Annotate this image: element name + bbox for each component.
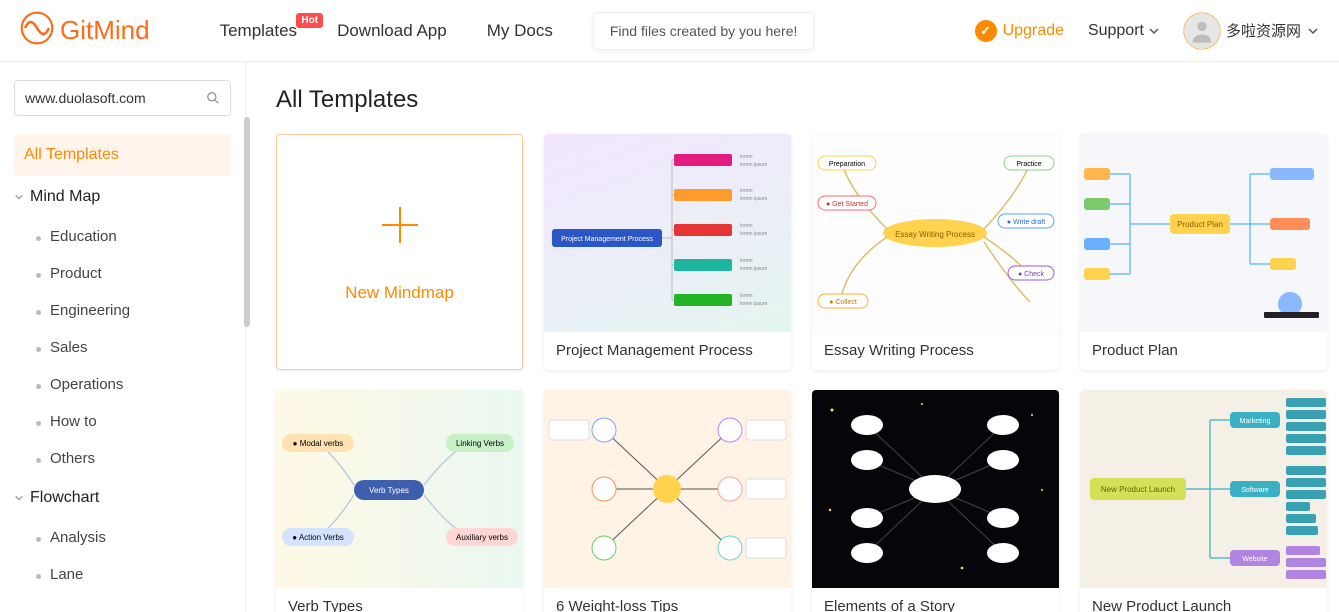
nav-templates-label: Templates <box>220 21 297 41</box>
template-thumbnail <box>812 390 1059 588</box>
template-title: Essay Writing Process <box>812 332 1059 369</box>
sidebar-item-engineering[interactable]: Engineering <box>14 292 231 329</box>
search-icon <box>206 89 220 107</box>
template-title: Product Plan <box>1080 332 1327 369</box>
sidebar-category-flowchart[interactable]: Flowchart <box>14 477 231 519</box>
template-thumbnail: New Product Launch Marketing Software Websi… <box>1080 390 1327 588</box>
template-title: Project Management Process <box>544 332 791 369</box>
gitmind-logo-icon <box>20 11 54 50</box>
user-name: 多啦资源网 <box>1226 20 1301 41</box>
support-dropdown[interactable]: Support <box>1088 22 1160 40</box>
support-label: Support <box>1088 22 1144 40</box>
svg-text:Verb Types: Verb Types <box>369 486 409 495</box>
plus-icon <box>376 201 424 249</box>
template-thumbnail: Project Management Process lorem lorem ips… <box>544 134 791 332</box>
find-files-hint[interactable]: Find files created by you here! <box>593 12 815 50</box>
svg-text:Marketing: Marketing <box>1240 418 1271 425</box>
body: All Templates Mind Map Education Product… <box>0 62 1339 612</box>
template-grid: New Mindmap Project Management Process lo… <box>276 134 1321 612</box>
sidebar-list: All Templates Mind Map Education Product… <box>14 134 231 593</box>
header-right: ✓ Upgrade Support 多啦资源网 <box>975 13 1319 49</box>
svg-text:Preparation: Preparation <box>829 161 865 168</box>
search-input[interactable] <box>25 90 206 106</box>
svg-text:● Check: ● Check <box>1018 271 1045 278</box>
sidebar-item-analysis[interactable]: Analysis <box>14 519 231 556</box>
svg-text:lorem: lorem <box>740 154 753 160</box>
header: GitMind Templates Hot Download App My Do… <box>0 0 1339 62</box>
nav-my-docs[interactable]: My Docs <box>467 21 573 41</box>
svg-text:lorem ipsum: lorem ipsum <box>740 196 767 202</box>
chevron-down-icon <box>1307 25 1319 37</box>
template-card-weight-loss[interactable]: 6 Weight-loss Tips <box>544 390 791 612</box>
svg-text:lorem: lorem <box>740 293 753 299</box>
chevron-down-icon <box>14 192 24 202</box>
svg-text:Auxiliary verbs: Auxiliary verbs <box>456 533 508 542</box>
template-title: Verb Types <box>276 588 523 612</box>
sidebar-item-education[interactable]: Education <box>14 218 231 255</box>
svg-text:● Write draft: ● Write draft <box>1007 219 1045 226</box>
svg-text:lorem ipsum: lorem ipsum <box>740 162 767 168</box>
template-card-new-product-launch[interactable]: New Product Launch Marketing Software Websi… <box>1080 390 1327 612</box>
page-title: All Templates <box>276 86 1321 114</box>
template-card-essay-writing[interactable]: Essay Writing Process Preparation ● Get St… <box>812 134 1059 370</box>
template-thumbnail: Essay Writing Process Preparation ● Get St… <box>812 134 1059 332</box>
svg-text:Linking Verbs: Linking Verbs <box>456 439 504 448</box>
svg-text:● Action Verbs: ● Action Verbs <box>292 533 344 542</box>
svg-text:● Modal verbs: ● Modal verbs <box>293 439 344 448</box>
template-thumbnail: Product Plan <box>1080 134 1327 332</box>
svg-text:Software: Software <box>1241 487 1269 494</box>
search-box[interactable] <box>14 80 231 116</box>
svg-text:lorem ipsum: lorem ipsum <box>740 231 767 237</box>
sidebar: All Templates Mind Map Education Product… <box>0 62 246 612</box>
upgrade-icon: ✓ <box>975 20 997 42</box>
template-title: New Product Launch <box>1080 588 1327 612</box>
main-content: All Templates New Mindmap Project Manage… <box>246 62 1339 612</box>
template-thumbnail <box>544 390 791 588</box>
nav-templates[interactable]: Templates Hot <box>200 21 317 41</box>
template-title: 6 Weight-loss Tips <box>544 588 791 612</box>
chevron-down-icon <box>1148 25 1160 37</box>
nav-download-app[interactable]: Download App <box>317 21 467 41</box>
avatar-icon <box>1184 13 1220 49</box>
svg-text:● Get Started: ● Get Started <box>826 201 868 208</box>
svg-text:Project Management Process: Project Management Process <box>561 236 653 243</box>
flowchart-label: Flowchart <box>30 489 99 507</box>
svg-text:Practice: Practice <box>1016 161 1041 168</box>
brand-name: GitMind <box>60 15 150 46</box>
svg-text:Website: Website <box>1242 556 1267 563</box>
sidebar-item-operations[interactable]: Operations <box>14 366 231 403</box>
svg-text:lorem: lorem <box>740 188 753 194</box>
svg-text:lorem: lorem <box>740 258 753 264</box>
new-mindmap-card[interactable]: New Mindmap <box>276 134 523 370</box>
svg-text:Essay Writing Process: Essay Writing Process <box>895 230 975 239</box>
template-card-project-management[interactable]: Project Management Process lorem lorem ips… <box>544 134 791 370</box>
sidebar-category-mindmap[interactable]: Mind Map <box>14 176 231 218</box>
svg-text:Product Plan: Product Plan <box>1177 220 1223 229</box>
chevron-down-icon <box>14 493 24 503</box>
svg-text:New Product Launch: New Product Launch <box>1101 485 1175 494</box>
upgrade-label: Upgrade <box>1003 22 1064 40</box>
scrollbar-thumb[interactable] <box>244 117 250 327</box>
user-menu[interactable]: 多啦资源网 <box>1184 13 1319 49</box>
sidebar-item-product[interactable]: Product <box>14 255 231 292</box>
scrollbar[interactable] <box>244 62 250 612</box>
upgrade-button[interactable]: ✓ Upgrade <box>975 20 1064 42</box>
template-card-elements-story[interactable]: Elements of a Story <box>812 390 1059 612</box>
svg-text:lorem ipsum: lorem ipsum <box>740 301 767 307</box>
svg-text:lorem: lorem <box>740 223 753 229</box>
svg-text:● Collect: ● Collect <box>829 299 857 306</box>
template-thumbnail: Verb Types Linking Verbs Auxiliary verbs ● … <box>276 390 523 588</box>
sidebar-item-howto[interactable]: How to <box>14 403 231 440</box>
template-card-product-plan[interactable]: Product Plan Product Plan <box>1080 134 1327 370</box>
sidebar-item-all-templates[interactable]: All Templates <box>14 134 231 176</box>
brand-logo[interactable]: GitMind <box>20 11 150 50</box>
template-card-verb-types[interactable]: Verb Types Linking Verbs Auxiliary verbs ● … <box>276 390 523 612</box>
template-title: Elements of a Story <box>812 588 1059 612</box>
mindmap-label: Mind Map <box>30 188 100 206</box>
sidebar-item-lane[interactable]: Lane <box>14 556 231 593</box>
svg-text:lorem ipsum: lorem ipsum <box>740 266 767 272</box>
new-mindmap-label: New Mindmap <box>345 283 454 303</box>
sidebar-item-others[interactable]: Others <box>14 440 231 477</box>
sidebar-item-sales[interactable]: Sales <box>14 329 231 366</box>
